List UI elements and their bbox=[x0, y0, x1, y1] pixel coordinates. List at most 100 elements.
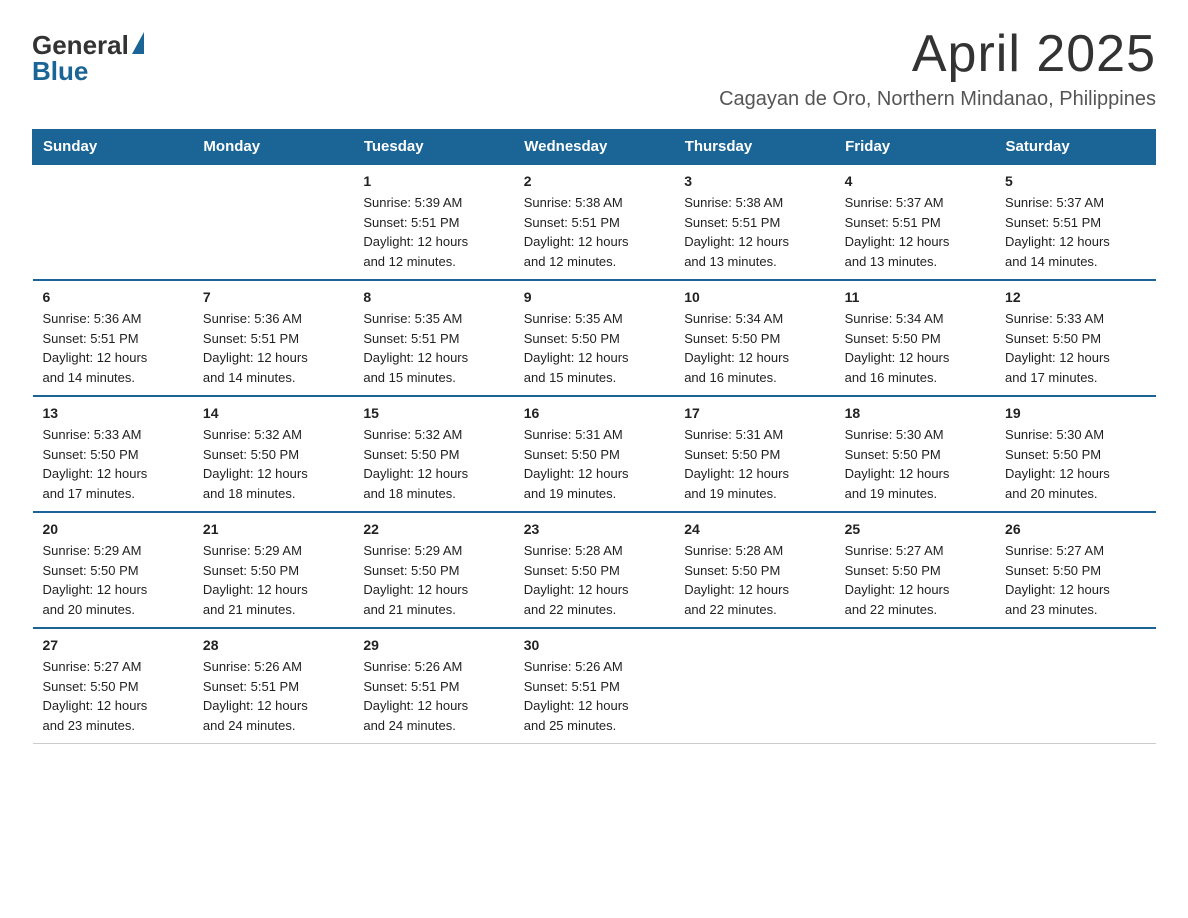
day-info: Sunrise: 5:35 AMSunset: 5:50 PMDaylight:… bbox=[524, 309, 664, 387]
day-number: 26 bbox=[1005, 521, 1145, 537]
day-number: 4 bbox=[845, 173, 985, 189]
calendar-week-row: 20 Sunrise: 5:29 AMSunset: 5:50 PMDayligh… bbox=[33, 512, 1156, 628]
calendar-cell: 4 Sunrise: 5:37 AMSunset: 5:51 PMDaylight… bbox=[835, 164, 995, 280]
calendar-day-header: Wednesday bbox=[514, 130, 674, 165]
day-number: 25 bbox=[845, 521, 985, 537]
day-number: 9 bbox=[524, 289, 664, 305]
calendar-cell: 8 Sunrise: 5:35 AMSunset: 5:51 PMDaylight… bbox=[353, 280, 513, 396]
calendar-cell: 9 Sunrise: 5:35 AMSunset: 5:50 PMDaylight… bbox=[514, 280, 674, 396]
day-number: 10 bbox=[684, 289, 824, 305]
day-info: Sunrise: 5:39 AMSunset: 5:51 PMDaylight:… bbox=[363, 193, 503, 271]
day-info: Sunrise: 5:26 AMSunset: 5:51 PMDaylight:… bbox=[363, 657, 503, 735]
title-block: April 2025 Cagayan de Oro, Northern Mind… bbox=[719, 24, 1156, 111]
calendar-cell bbox=[33, 164, 193, 280]
calendar-cell: 13 Sunrise: 5:33 AMSunset: 5:50 PMDayligh… bbox=[33, 396, 193, 512]
page-title: April 2025 bbox=[719, 24, 1156, 84]
logo: General Blue bbox=[32, 32, 144, 87]
day-info: Sunrise: 5:33 AMSunset: 5:50 PMDaylight:… bbox=[43, 425, 183, 503]
calendar-cell: 18 Sunrise: 5:30 AMSunset: 5:50 PMDayligh… bbox=[835, 396, 995, 512]
calendar-cell bbox=[674, 628, 834, 744]
calendar-cell bbox=[995, 628, 1155, 744]
day-number: 7 bbox=[203, 289, 343, 305]
calendar-week-row: 13 Sunrise: 5:33 AMSunset: 5:50 PMDayligh… bbox=[33, 396, 1156, 512]
day-number: 16 bbox=[524, 405, 664, 421]
calendar-cell: 20 Sunrise: 5:29 AMSunset: 5:50 PMDayligh… bbox=[33, 512, 193, 628]
day-number: 5 bbox=[1005, 173, 1145, 189]
day-number: 30 bbox=[524, 637, 664, 653]
calendar-cell: 5Sunrise: 5:37 AMSunset: 5:51 PMDaylight… bbox=[995, 164, 1155, 280]
day-number: 1 bbox=[363, 173, 503, 189]
calendar-cell: 16Sunrise: 5:31 AMSunset: 5:50 PMDayligh… bbox=[514, 396, 674, 512]
calendar-cell: 7 Sunrise: 5:36 AMSunset: 5:51 PMDaylight… bbox=[193, 280, 353, 396]
logo-triangle-icon bbox=[132, 32, 144, 54]
day-number: 17 bbox=[684, 405, 824, 421]
day-number: 22 bbox=[363, 521, 503, 537]
calendar-day-header: Friday bbox=[835, 130, 995, 165]
day-number: 20 bbox=[43, 521, 183, 537]
page-subtitle: Cagayan de Oro, Northern Mindanao, Phili… bbox=[719, 88, 1156, 111]
calendar-day-header: Tuesday bbox=[353, 130, 513, 165]
day-number: 8 bbox=[363, 289, 503, 305]
day-info: Sunrise: 5:30 AMSunset: 5:50 PMDaylight:… bbox=[845, 425, 985, 503]
calendar-day-header: Thursday bbox=[674, 130, 834, 165]
day-number: 18 bbox=[845, 405, 985, 421]
calendar-week-row: 1 Sunrise: 5:39 AMSunset: 5:51 PMDaylight… bbox=[33, 164, 1156, 280]
day-info: Sunrise: 5:26 AMSunset: 5:51 PMDaylight:… bbox=[203, 657, 343, 735]
day-info: Sunrise: 5:28 AMSunset: 5:50 PMDaylight:… bbox=[524, 541, 664, 619]
day-number: 6 bbox=[43, 289, 183, 305]
calendar-cell bbox=[193, 164, 353, 280]
day-info: Sunrise: 5:26 AMSunset: 5:51 PMDaylight:… bbox=[524, 657, 664, 735]
calendar-cell bbox=[835, 628, 995, 744]
day-info: Sunrise: 5:29 AMSunset: 5:50 PMDaylight:… bbox=[363, 541, 503, 619]
calendar-cell: 2 Sunrise: 5:38 AMSunset: 5:51 PMDaylight… bbox=[514, 164, 674, 280]
day-info: Sunrise: 5:29 AMSunset: 5:50 PMDaylight:… bbox=[203, 541, 343, 619]
day-number: 13 bbox=[43, 405, 183, 421]
day-info: Sunrise: 5:33 AMSunset: 5:50 PMDaylight:… bbox=[1005, 309, 1145, 387]
day-number: 12 bbox=[1005, 289, 1145, 305]
day-number: 28 bbox=[203, 637, 343, 653]
calendar-day-header: Monday bbox=[193, 130, 353, 165]
day-info: Sunrise: 5:35 AMSunset: 5:51 PMDaylight:… bbox=[363, 309, 503, 387]
calendar-cell: 27 Sunrise: 5:27 AMSunset: 5:50 PMDayligh… bbox=[33, 628, 193, 744]
calendar-header-row: SundayMondayTuesdayWednesdayThursdayFrid… bbox=[33, 130, 1156, 165]
day-info: Sunrise: 5:34 AMSunset: 5:50 PMDaylight:… bbox=[845, 309, 985, 387]
day-info: Sunrise: 5:34 AMSunset: 5:50 PMDaylight:… bbox=[684, 309, 824, 387]
day-info: Sunrise: 5:27 AMSunset: 5:50 PMDaylight:… bbox=[1005, 541, 1145, 619]
day-info: Sunrise: 5:37 AMSunset: 5:51 PMDaylight:… bbox=[845, 193, 985, 271]
day-number: 2 bbox=[524, 173, 664, 189]
calendar-cell: 11 Sunrise: 5:34 AMSunset: 5:50 PMDayligh… bbox=[835, 280, 995, 396]
calendar-cell: 10 Sunrise: 5:34 AMSunset: 5:50 PMDayligh… bbox=[674, 280, 834, 396]
calendar-cell: 19Sunrise: 5:30 AMSunset: 5:50 PMDayligh… bbox=[995, 396, 1155, 512]
day-number: 11 bbox=[845, 289, 985, 305]
calendar-cell: 1 Sunrise: 5:39 AMSunset: 5:51 PMDaylight… bbox=[353, 164, 513, 280]
calendar-week-row: 6 Sunrise: 5:36 AMSunset: 5:51 PMDaylight… bbox=[33, 280, 1156, 396]
calendar-cell: 14 Sunrise: 5:32 AMSunset: 5:50 PMDayligh… bbox=[193, 396, 353, 512]
calendar-cell: 12 Sunrise: 5:33 AMSunset: 5:50 PMDayligh… bbox=[995, 280, 1155, 396]
calendar-cell: 28 Sunrise: 5:26 AMSunset: 5:51 PMDayligh… bbox=[193, 628, 353, 744]
calendar-cell: 25Sunrise: 5:27 AMSunset: 5:50 PMDayligh… bbox=[835, 512, 995, 628]
day-info: Sunrise: 5:36 AMSunset: 5:51 PMDaylight:… bbox=[43, 309, 183, 387]
calendar-cell: 29Sunrise: 5:26 AMSunset: 5:51 PMDayligh… bbox=[353, 628, 513, 744]
day-number: 3 bbox=[684, 173, 824, 189]
calendar-day-header: Saturday bbox=[995, 130, 1155, 165]
day-number: 27 bbox=[43, 637, 183, 653]
day-number: 14 bbox=[203, 405, 343, 421]
day-info: Sunrise: 5:32 AMSunset: 5:50 PMDaylight:… bbox=[363, 425, 503, 503]
calendar-cell: 22 Sunrise: 5:29 AMSunset: 5:50 PMDayligh… bbox=[353, 512, 513, 628]
day-info: Sunrise: 5:31 AMSunset: 5:50 PMDaylight:… bbox=[684, 425, 824, 503]
day-info: Sunrise: 5:36 AMSunset: 5:51 PMDaylight:… bbox=[203, 309, 343, 387]
calendar-cell: 26 Sunrise: 5:27 AMSunset: 5:50 PMDayligh… bbox=[995, 512, 1155, 628]
day-info: Sunrise: 5:27 AMSunset: 5:50 PMDaylight:… bbox=[43, 657, 183, 735]
header: General Blue April 2025 Cagayan de Oro, … bbox=[32, 24, 1156, 111]
calendar-cell: 24 Sunrise: 5:28 AMSunset: 5:50 PMDayligh… bbox=[674, 512, 834, 628]
calendar-cell: 23 Sunrise: 5:28 AMSunset: 5:50 PMDayligh… bbox=[514, 512, 674, 628]
day-number: 23 bbox=[524, 521, 664, 537]
calendar-cell: 3 Sunrise: 5:38 AMSunset: 5:51 PMDaylight… bbox=[674, 164, 834, 280]
day-info: Sunrise: 5:38 AMSunset: 5:51 PMDaylight:… bbox=[684, 193, 824, 271]
calendar-table: SundayMondayTuesdayWednesdayThursdayFrid… bbox=[32, 129, 1156, 744]
day-info: Sunrise: 5:38 AMSunset: 5:51 PMDaylight:… bbox=[524, 193, 664, 271]
day-info: Sunrise: 5:28 AMSunset: 5:50 PMDaylight:… bbox=[684, 541, 824, 619]
day-number: 24 bbox=[684, 521, 824, 537]
day-info: Sunrise: 5:32 AMSunset: 5:50 PMDaylight:… bbox=[203, 425, 343, 503]
day-info: Sunrise: 5:29 AMSunset: 5:50 PMDaylight:… bbox=[43, 541, 183, 619]
